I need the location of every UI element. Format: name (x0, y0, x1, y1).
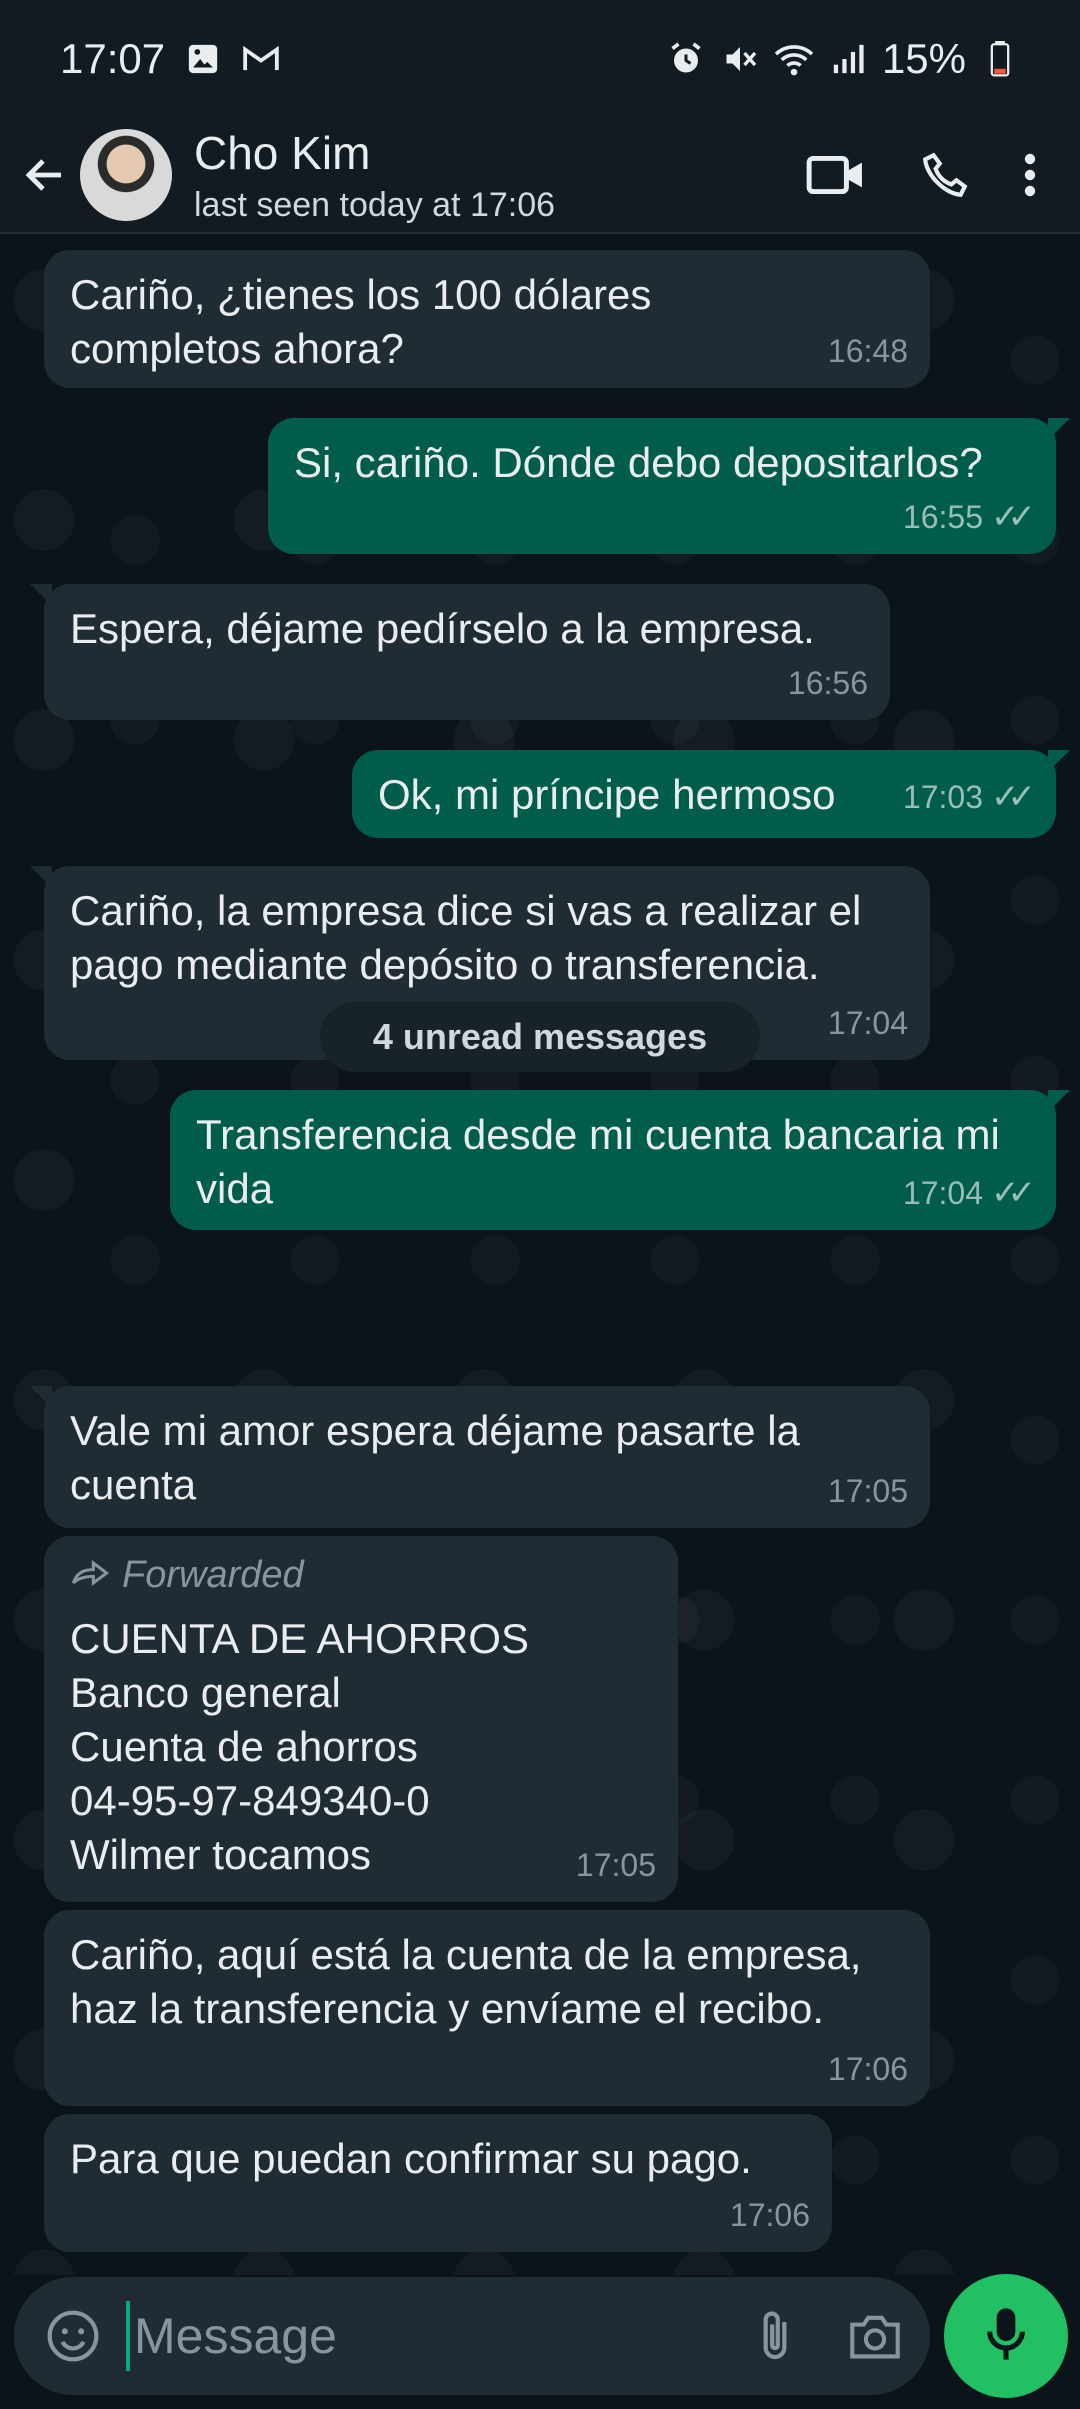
emoji-icon[interactable] (38, 2301, 108, 2371)
unread-messages-divider: 4 unread messages (320, 1002, 760, 1072)
message-bubble[interactable]: Cariño, ¿tienes los 100 dólares completo… (44, 250, 930, 388)
forwarded-label: Forwarded (70, 1548, 652, 1602)
gallery-notification-icon (183, 39, 223, 79)
forwarded-message-bubble[interactable]: Forwarded CUENTA DE AHORROS Banco genera… (44, 1536, 678, 1902)
message-time: 16:55 (902, 499, 984, 535)
message-text: Vale mi amor espera déjame pasarte la cu… (70, 1407, 800, 1508)
bank-name: Banco general (70, 1669, 341, 1716)
message-text: Cariño, aquí está la cuenta de la empres… (70, 1931, 862, 2032)
message-text: Para que puedan confirmar su pago. (70, 2135, 752, 2182)
message-bubble[interactable]: Vale mi amor espera déjame pasarte la cu… (30, 1386, 930, 1528)
message-text: Cariño, ¿tienes los 100 dólares completo… (70, 271, 652, 372)
wifi-icon (774, 39, 814, 79)
alarm-icon (666, 39, 706, 79)
message-time: 17:06 (729, 2197, 810, 2233)
battery-icon (980, 39, 1020, 79)
message-bubble[interactable]: Cariño, aquí está la cuenta de la empres… (44, 1910, 930, 2106)
gmail-notification-icon (241, 39, 281, 79)
status-time: 17:07 (60, 35, 166, 82)
account-type-heading: CUENTA DE AHORROS (70, 1615, 529, 1662)
message-text: Transferencia desde mi cuenta bancaria m… (196, 1111, 1000, 1212)
message-time: 16:56 (787, 665, 868, 701)
message-time: 16:48 (827, 333, 908, 369)
message-bubble[interactable]: Ok, mi príncipe hermoso 17:03 ✓✓ (352, 750, 1070, 838)
back-arrow-icon[interactable] (0, 130, 90, 220)
mic-icon (984, 2306, 1028, 2367)
contact-name: Cho Kim (194, 126, 371, 179)
phone-icon[interactable] (890, 125, 1000, 225)
forward-icon (70, 1548, 110, 1602)
message-input[interactable] (126, 2301, 686, 2371)
account-kind: Cuenta de ahorros (70, 1723, 418, 1770)
message-time: 17:05 (575, 1847, 656, 1883)
video-call-icon[interactable] (780, 125, 890, 225)
camera-icon[interactable] (844, 2305, 906, 2367)
avatar[interactable] (80, 129, 172, 221)
attach-icon[interactable] (744, 2305, 806, 2367)
message-bubble[interactable]: Transferencia desde mi cuenta bancaria m… (170, 1090, 1070, 1230)
composer (14, 2277, 930, 2395)
more-vert-icon[interactable] (1000, 125, 1060, 225)
mic-button[interactable] (944, 2274, 1068, 2398)
message-bubble[interactable]: Si, cariño. Dónde debo depositarlos? 16:… (268, 418, 1070, 554)
last-seen: last seen today at 17:06 (194, 185, 556, 224)
status-bar: 17:07 15% (0, 0, 1080, 118)
message-text: Cariño, la empresa dice si vas a realiza… (70, 887, 862, 988)
contact-info[interactable]: Cho Kim last seen today at 17:06 (194, 126, 555, 225)
message-time: 17:05 (827, 1473, 908, 1509)
message-time: 17:03 (902, 779, 984, 815)
message-time: 17:04 (902, 1175, 984, 1211)
account-number: 04-95-97-849340-0 (70, 1777, 430, 1824)
message-bubble[interactable]: Espera, déjame pedírselo a la empresa. 1… (30, 584, 890, 720)
message-text: Espera, déjame pedírselo a la empresa. (70, 605, 815, 652)
message-bubble[interactable]: Para que puedan confirmar su pago. 17:06 (44, 2114, 832, 2252)
signal-icon (828, 39, 868, 79)
chat-header: Cho Kim last seen today at 17:06 (0, 118, 1080, 234)
battery-percent: 15% (881, 35, 966, 82)
message-text: Si, cariño. Dónde debo depositarlos? (294, 439, 983, 486)
account-holder: Wilmer tocamos (70, 1831, 372, 1878)
mute-icon (720, 39, 760, 79)
read-ticks-icon: ✓✓ (991, 778, 1036, 816)
message-text: Ok, mi príncipe hermoso (378, 771, 836, 818)
read-ticks-icon: ✓✓ (991, 498, 1036, 536)
message-time: 17:04 (827, 1005, 908, 1041)
read-ticks-icon: ✓✓ (991, 1174, 1036, 1212)
message-time: 17:06 (827, 2051, 908, 2087)
